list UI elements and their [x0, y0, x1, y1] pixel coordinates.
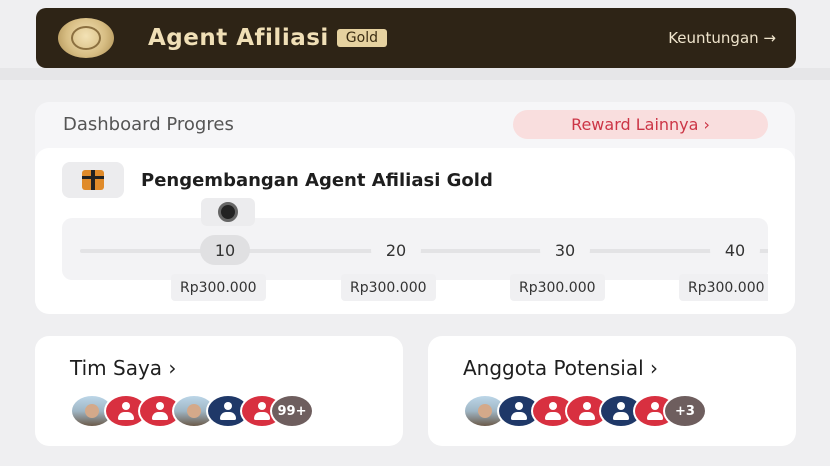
- level-40[interactable]: 40: [710, 235, 760, 265]
- agent-banner[interactable]: Agent Afiliasi Gold Keuntungan →: [36, 8, 796, 68]
- progress-card: Pengembangan Agent Afiliasi Gold 10 20 3…: [35, 148, 795, 314]
- user-icon: [152, 402, 168, 420]
- progress-title: Pengembangan Agent Afiliasi Gold: [141, 170, 493, 191]
- user-icon: [579, 402, 595, 420]
- more-rewards-button[interactable]: Reward Lainnya ›: [513, 110, 768, 139]
- user-icon: [220, 402, 236, 420]
- current-level-marker-icon: [201, 198, 255, 226]
- potential-members-card[interactable]: Anggota Potensial › +3: [428, 336, 796, 446]
- user-icon: [254, 402, 270, 420]
- reward-amount: Rp300.000: [171, 274, 266, 301]
- my-team-title[interactable]: Tim Saya ›: [70, 356, 176, 380]
- my-team-card[interactable]: Tim Saya › 99+: [35, 336, 403, 446]
- gift-icon: [62, 162, 124, 198]
- level-30[interactable]: 30: [540, 235, 590, 265]
- user-icon: [647, 402, 663, 420]
- dashboard-progress-card: Dashboard Progres Reward Lainnya › Penge…: [35, 102, 795, 314]
- potential-count-badge: +3: [663, 394, 707, 428]
- progress-track[interactable]: 10 20 30 40: [62, 218, 768, 280]
- tier-badge: Gold: [336, 29, 387, 47]
- banner-title: Agent Afiliasi: [148, 25, 329, 51]
- reward-amount: Rp300.000: [510, 274, 605, 301]
- banner-divider: [0, 68, 830, 80]
- progress-line: [80, 249, 768, 253]
- team-count-badge: 99+: [270, 394, 314, 428]
- dashboard-title: Dashboard Progres: [63, 114, 234, 135]
- user-icon: [545, 402, 561, 420]
- reward-list: Rp300.000 Rp300.000 Rp300.000 Rp300.000: [35, 274, 768, 304]
- user-icon: [613, 402, 629, 420]
- agent-badge-icon: [58, 18, 114, 58]
- reward-amount: Rp300.000: [341, 274, 436, 301]
- benefits-link[interactable]: Keuntungan →: [668, 29, 776, 47]
- reward-amount: Rp300.000: [679, 274, 768, 301]
- level-20[interactable]: 20: [371, 235, 421, 265]
- user-icon: [511, 402, 527, 420]
- user-icon: [118, 402, 134, 420]
- level-10[interactable]: 10: [200, 235, 250, 265]
- potential-members-title[interactable]: Anggota Potensial ›: [463, 356, 658, 380]
